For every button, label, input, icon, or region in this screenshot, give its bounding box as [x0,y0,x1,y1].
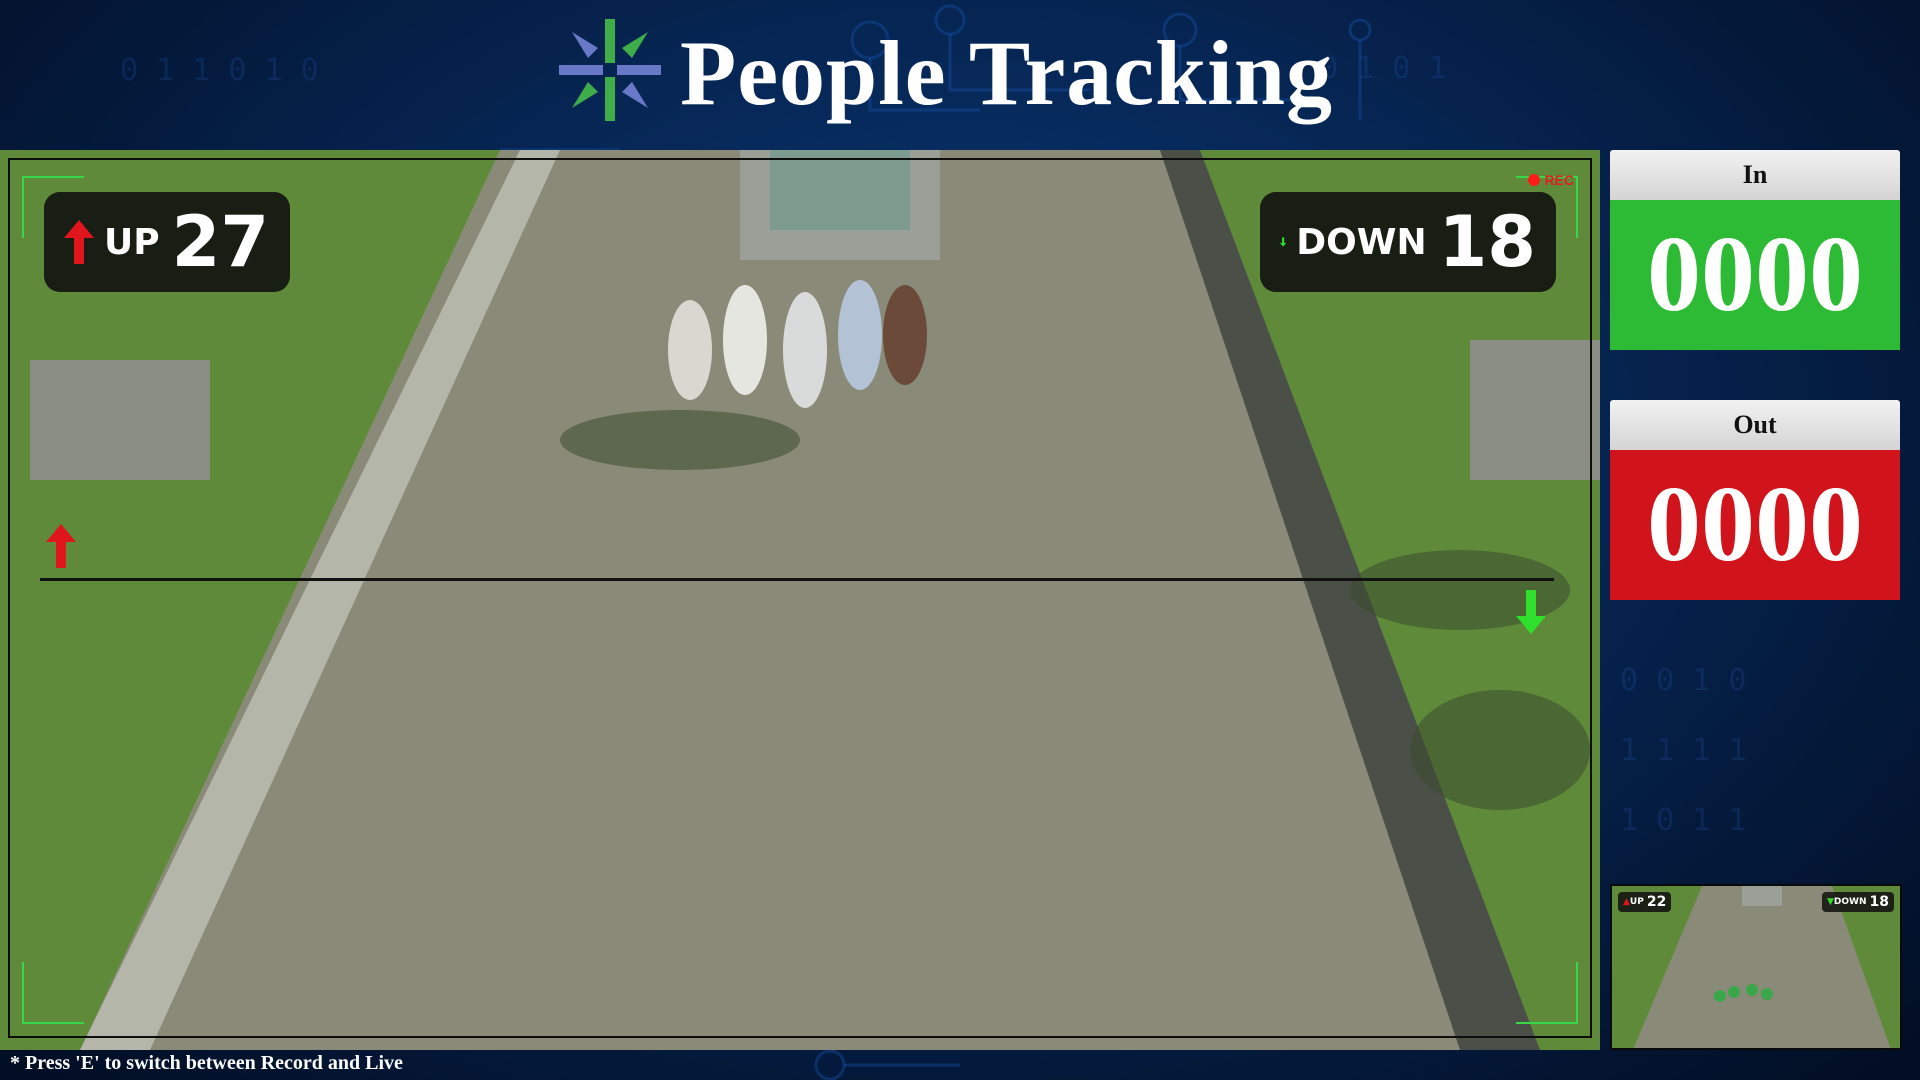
frame-corner [22,962,84,1024]
rec-indicator: REC [1528,172,1574,188]
counting-line [40,578,1554,581]
down-count: 18 [1438,201,1536,283]
frame-corner [1516,962,1578,1024]
thumb-up-counter: ▲ UP 22 [1618,892,1672,912]
arrow-up-icon: ▲ [1623,897,1630,907]
out-value: 0000 [1610,450,1900,600]
video-feed[interactable]: REC UP 27 DOWN 18 [0,150,1600,1050]
arrow-up-icon [46,524,76,568]
thumb-down-counter: ▼ DOWN 18 [1822,892,1894,912]
out-counter-panel: Out 0000 [1610,400,1900,600]
page-title: People Tracking [680,22,1334,124]
arrow-down-icon [1280,237,1287,247]
keyboard-hint: * Press 'E' to switch between Record and… [10,1052,403,1074]
in-counter-panel: In 0000 [1610,150,1900,350]
svg-text:0 0 1 0: 0 0 1 0 [1620,663,1746,698]
up-label: UP [104,221,160,263]
up-counter: UP 27 [44,192,290,292]
in-value: 0000 [1610,200,1900,350]
logo-icon [559,19,661,121]
svg-text:1 1 1 1: 1 1 1 1 [1620,733,1746,768]
header: People Tracking [0,0,1920,150]
record-dot-icon [1528,174,1541,186]
up-count: 27 [171,201,270,283]
arrow-down-icon: ▼ [1827,897,1834,907]
svg-text:1 0 1 1: 1 0 1 1 [1620,803,1746,838]
arrow-up-icon [64,220,94,264]
down-counter: DOWN 18 [1260,192,1556,292]
in-label: In [1610,150,1900,200]
arrow-down-icon [1516,590,1546,634]
down-label: DOWN [1296,221,1427,263]
secondary-camera-thumbnail[interactable]: ▲ UP 22 ▼ DOWN 18 [1610,884,1902,1050]
out-label: Out [1610,400,1900,450]
